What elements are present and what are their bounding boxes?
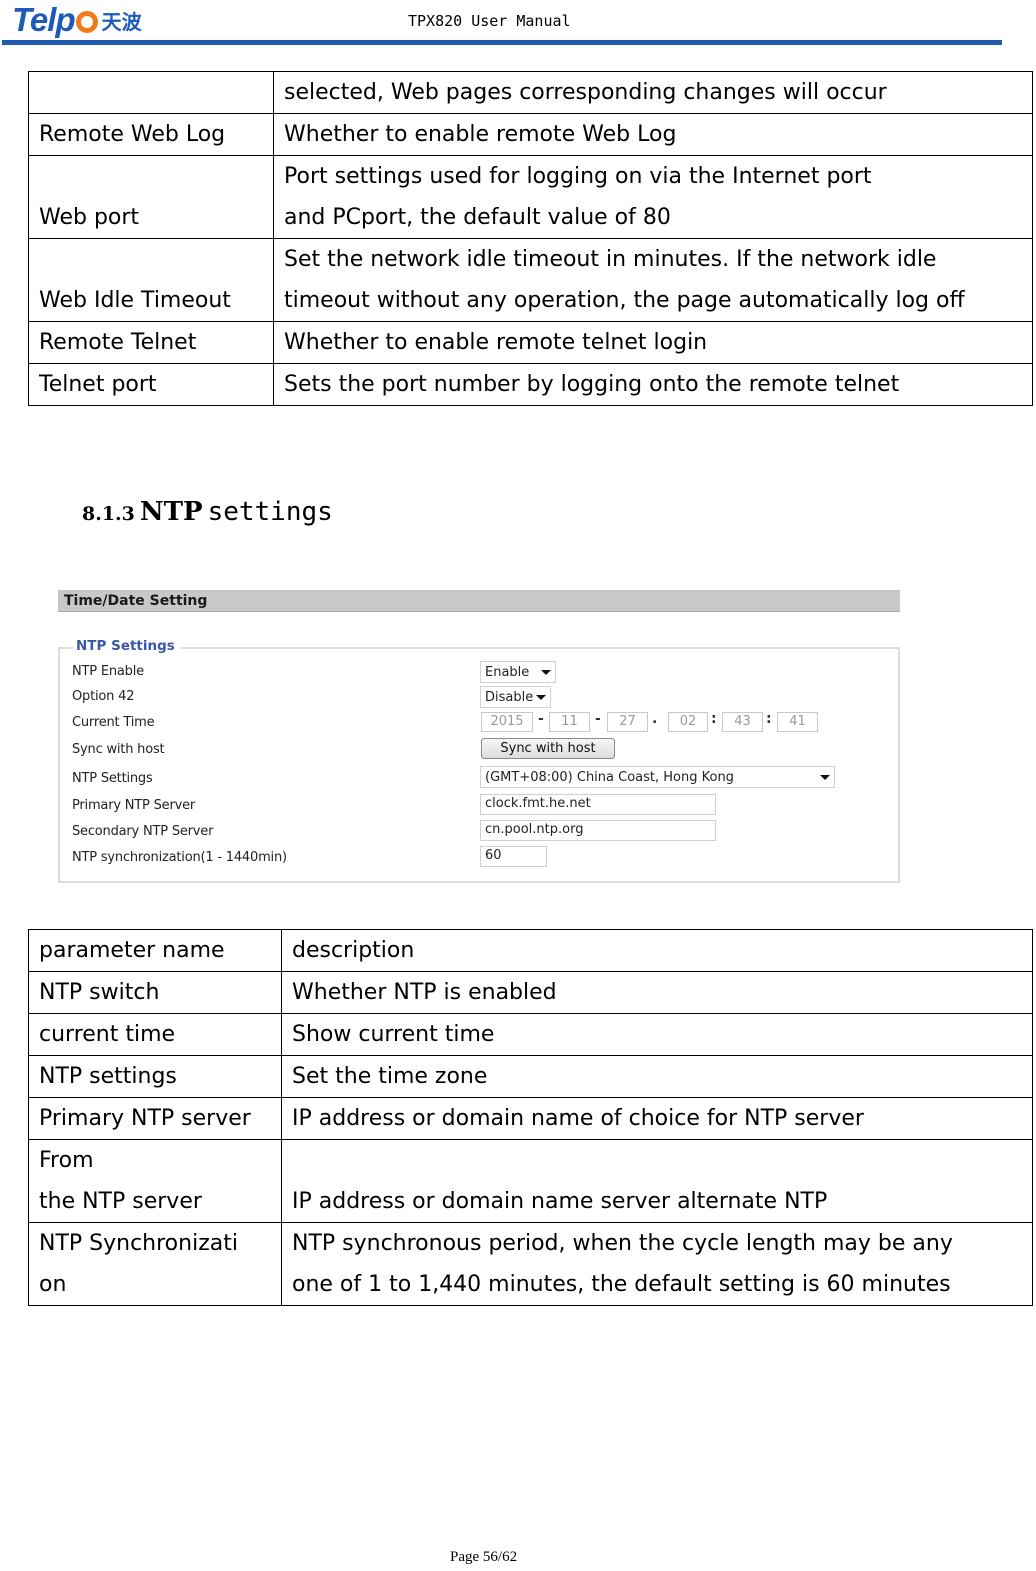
option42-label: Option 42	[72, 689, 135, 704]
table-row: NTP switch Whether NTP is enabled	[28, 971, 1033, 1014]
telpo-logo: Telp 天波	[12, 1, 142, 38]
sync-interval-label: NTP synchronization(1 - 1440min)	[72, 850, 287, 865]
current-time-label: Current Time	[72, 715, 155, 730]
param-name: Web Idle Timeout	[28, 238, 274, 322]
desc-line: and PCport, the default value of 80	[284, 205, 671, 230]
param-desc: Port settings used for logging on via th…	[273, 155, 1033, 239]
day-field[interactable]: 27	[607, 712, 648, 732]
header-param-name: parameter name	[28, 929, 282, 972]
param-name: From the NTP server	[28, 1139, 282, 1223]
logo-wordmark: Telp	[12, 1, 76, 38]
table-row: current time Show current time	[28, 1013, 1033, 1056]
ntp-settings-label: NTP Settings	[72, 771, 153, 786]
sync-with-host-button[interactable]: Sync with host	[481, 738, 615, 759]
secondary-server-label: Secondary NTP Server	[72, 824, 214, 839]
desc-line: NTP synchronous period, when the cycle l…	[292, 1231, 953, 1256]
table-row: selected, Web pages corresponding change…	[28, 71, 1033, 114]
name-line: the NTP server	[39, 1189, 202, 1214]
time-date-title-bar: Time/Date Setting	[58, 590, 900, 612]
month-field[interactable]: 11	[549, 712, 590, 732]
ntp-enable-label: NTP Enable	[72, 664, 144, 679]
logo-chinese: 天波	[101, 9, 142, 34]
header-divider	[2, 40, 1002, 45]
param-desc: Show current time	[281, 1013, 1033, 1056]
desc-line: timeout without any operation, the page …	[284, 288, 965, 313]
ntp-settings-screenshot: Time/Date Setting NTP Settings NTP Enabl…	[55, 588, 905, 888]
table-row: Web port Port settings used for logging …	[28, 155, 1033, 239]
param-name: NTP switch	[28, 971, 282, 1014]
table-row: NTP Synchronizati on NTP synchronous per…	[28, 1222, 1033, 1306]
timezone-value: (GMT+08:00) China Coast, Hong Kong	[485, 769, 734, 785]
timezone-select[interactable]: (GMT+08:00) China Coast, Hong Kong	[480, 766, 835, 788]
table-row: Remote Web Log Whether to enable remote …	[28, 113, 1033, 156]
second-field[interactable]: 41	[777, 712, 818, 732]
secondary-server-input[interactable]: cn.pool.ntp.org	[480, 820, 716, 841]
name-line: From	[39, 1148, 94, 1173]
table-row: Telnet port Sets the port number by logg…	[28, 363, 1033, 406]
desc-line: one of 1 to 1,440 minutes, the default s…	[292, 1272, 951, 1297]
param-desc: NTP synchronous period, when the cycle l…	[281, 1222, 1033, 1306]
table-row: From the NTP server IP address or domain…	[28, 1139, 1033, 1223]
param-desc: Whether NTP is enabled	[281, 971, 1033, 1014]
date-separator: -	[538, 711, 544, 727]
page-number: Page 56/62	[450, 1549, 518, 1565]
desc-line: Set the network idle timeout in minutes.…	[284, 247, 937, 272]
name-line: on	[39, 1272, 67, 1297]
logo-o-icon	[75, 11, 98, 33]
param-desc: IP address or domain name of choice for …	[281, 1097, 1033, 1140]
param-desc: Sets the port number by logging onto the…	[273, 363, 1033, 406]
param-name: current time	[28, 1013, 282, 1056]
table-row: Primary NTP server IP address or domain …	[28, 1097, 1033, 1140]
section-title-rest: settings	[207, 497, 333, 527]
document-title: TPX820 User Manual	[408, 12, 571, 30]
table-row: Remote Telnet Whether to enable remote t…	[28, 321, 1033, 364]
param-name: Remote Web Log	[28, 113, 274, 156]
chevron-down-icon	[820, 774, 830, 780]
section-number: 8.1.3	[82, 503, 135, 525]
header-description: description	[281, 929, 1033, 972]
desc-line: Port settings used for logging on via th…	[284, 164, 872, 189]
param-name: NTP Synchronizati on	[28, 1222, 282, 1306]
chevron-down-icon	[536, 694, 546, 700]
param-desc: Set the time zone	[281, 1055, 1033, 1098]
ntp-enable-value: Enable	[485, 664, 530, 680]
param-desc: Whether to enable remote telnet login	[273, 321, 1033, 364]
param-desc: Whether to enable remote Web Log	[273, 113, 1033, 156]
primary-server-input[interactable]: clock.fmt.he.net	[480, 794, 716, 815]
param-name: Telnet port	[28, 363, 274, 406]
param-desc: Set the network idle timeout in minutes.…	[273, 238, 1033, 322]
param-name: Web port	[28, 155, 274, 239]
datetime-separator: .	[652, 711, 658, 727]
web-settings-table: selected, Web pages corresponding change…	[28, 71, 1033, 406]
table-header-row: parameter name description	[28, 929, 1033, 972]
date-separator: -	[595, 711, 601, 727]
param-desc: IP address or domain name server alterna…	[281, 1139, 1033, 1223]
param-name: Primary NTP server	[28, 1097, 282, 1140]
table-row: NTP settings Set the time zone	[28, 1055, 1033, 1098]
name-line: NTP Synchronizati	[39, 1231, 238, 1256]
option42-value: Disable	[485, 689, 534, 705]
time-separator: :	[766, 711, 772, 727]
param-name: NTP settings	[28, 1055, 282, 1098]
sync-host-label: Sync with host	[72, 742, 165, 757]
ntp-enable-select[interactable]: Enable	[480, 661, 556, 683]
primary-server-label: Primary NTP Server	[72, 798, 196, 813]
param-desc: selected, Web pages corresponding change…	[273, 71, 1033, 114]
param-name	[28, 71, 274, 114]
sync-interval-input[interactable]: 60	[480, 846, 547, 867]
table-row: Web Idle Timeout Set the network idle ti…	[28, 238, 1033, 322]
group-legend: NTP Settings	[73, 638, 181, 654]
chevron-down-icon	[541, 669, 551, 675]
option42-select[interactable]: Disable	[480, 686, 551, 708]
hour-field[interactable]: 02	[668, 712, 708, 732]
time-separator: :	[711, 711, 717, 727]
minute-field[interactable]: 43	[722, 712, 763, 732]
ntp-settings-group: NTP Settings NTP Enable Option 42 Curren…	[58, 638, 900, 883]
section-heading: 8.1.3 NTP settings	[82, 497, 333, 527]
ntp-parameter-table: parameter name description NTP switch Wh…	[28, 929, 1033, 1306]
section-title-bold: NTP	[139, 497, 203, 527]
year-field[interactable]: 2015	[481, 712, 533, 732]
param-name: Remote Telnet	[28, 321, 274, 364]
